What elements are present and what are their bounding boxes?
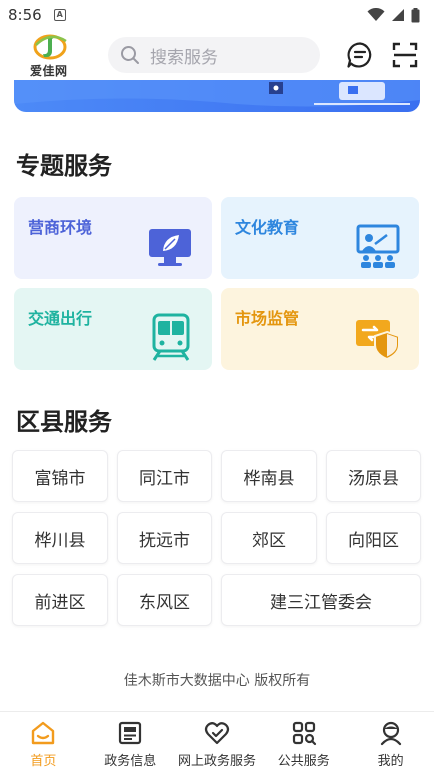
teacher-board-icon bbox=[356, 224, 400, 268]
tab-public-services[interactable]: 公共服务 bbox=[260, 712, 347, 771]
district-button[interactable]: 建三江管委会 bbox=[221, 574, 421, 626]
districts-title: 区县服务 bbox=[16, 408, 112, 436]
status-bar: 8:56 A bbox=[0, 0, 434, 30]
app-header: 爱佳网 搜索服务 bbox=[0, 30, 434, 80]
tab-label: 我的 bbox=[377, 754, 404, 769]
topics-title: 专题服务 bbox=[16, 152, 112, 180]
status-time: 8:56 bbox=[8, 6, 42, 24]
logo-mark-icon bbox=[33, 34, 67, 60]
scan-icon[interactable] bbox=[391, 41, 419, 69]
signal-icon bbox=[392, 9, 404, 21]
topic-card-market[interactable]: 市场监管 bbox=[221, 288, 419, 370]
tab-home[interactable]: 首页 bbox=[0, 712, 87, 771]
tab-government-info[interactable]: 政务信息 bbox=[87, 712, 174, 771]
tab-label: 首页 bbox=[30, 754, 57, 769]
app-logo: 爱佳网 bbox=[26, 33, 82, 78]
topic-label: 市场监管 bbox=[235, 309, 300, 328]
district-button[interactable]: 抚远市 bbox=[117, 512, 212, 564]
notification-a-icon: A bbox=[53, 9, 66, 21]
heart-check-icon bbox=[204, 722, 230, 745]
promo-banner[interactable] bbox=[14, 80, 420, 112]
topic-card-business[interactable]: 营商环境 bbox=[14, 197, 212, 279]
wifi-icon bbox=[367, 8, 385, 21]
district-button[interactable]: 前进区 bbox=[12, 574, 108, 626]
district-button[interactable]: 东风区 bbox=[117, 574, 212, 626]
message-icon[interactable] bbox=[346, 41, 374, 69]
news-icon bbox=[119, 721, 142, 745]
home-icon bbox=[32, 721, 55, 745]
tab-label: 网上政务服务 bbox=[177, 754, 256, 769]
banner-illustration-icon bbox=[14, 80, 420, 107]
grid-search-icon bbox=[292, 721, 316, 746]
district-button[interactable]: 桦南县 bbox=[221, 450, 317, 502]
topic-label: 交通出行 bbox=[28, 309, 93, 328]
shield-arrows-icon bbox=[356, 320, 400, 361]
logo-text: 爱佳网 bbox=[30, 64, 68, 78]
topic-label: 文化教育 bbox=[235, 218, 300, 237]
monitor-leaf-icon bbox=[149, 229, 191, 266]
search-icon bbox=[121, 46, 139, 64]
topic-card-transport[interactable]: 交通出行 bbox=[14, 288, 212, 370]
battery-icon bbox=[411, 7, 420, 22]
search-placeholder: 搜索服务 bbox=[150, 47, 218, 68]
district-button[interactable]: 桦川县 bbox=[12, 512, 108, 564]
user-icon bbox=[380, 721, 401, 746]
tab-profile[interactable]: 我的 bbox=[347, 712, 434, 771]
tab-label: 政务信息 bbox=[104, 754, 157, 769]
tab-online-services[interactable]: 网上政务服务 bbox=[174, 712, 261, 771]
district-button[interactable]: 向阳区 bbox=[326, 512, 421, 564]
district-button[interactable]: 同江市 bbox=[117, 450, 212, 502]
topic-card-education[interactable]: 文化教育 bbox=[221, 197, 419, 279]
district-button[interactable]: 郊区 bbox=[221, 512, 317, 564]
copyright-text: 佳木斯市大数据中心 版权所有 bbox=[123, 673, 311, 689]
tab-label: 公共服务 bbox=[277, 754, 330, 769]
search-bar[interactable]: 搜索服务 bbox=[108, 37, 320, 73]
district-button[interactable]: 富锦市 bbox=[12, 450, 108, 502]
district-button[interactable]: 汤原县 bbox=[326, 450, 421, 502]
topic-label: 营商环境 bbox=[28, 218, 93, 237]
train-icon bbox=[152, 313, 190, 361]
bottom-tab-bar: 首页 政务信息 网上政务服务 公共服务 我的 bbox=[0, 711, 434, 771]
